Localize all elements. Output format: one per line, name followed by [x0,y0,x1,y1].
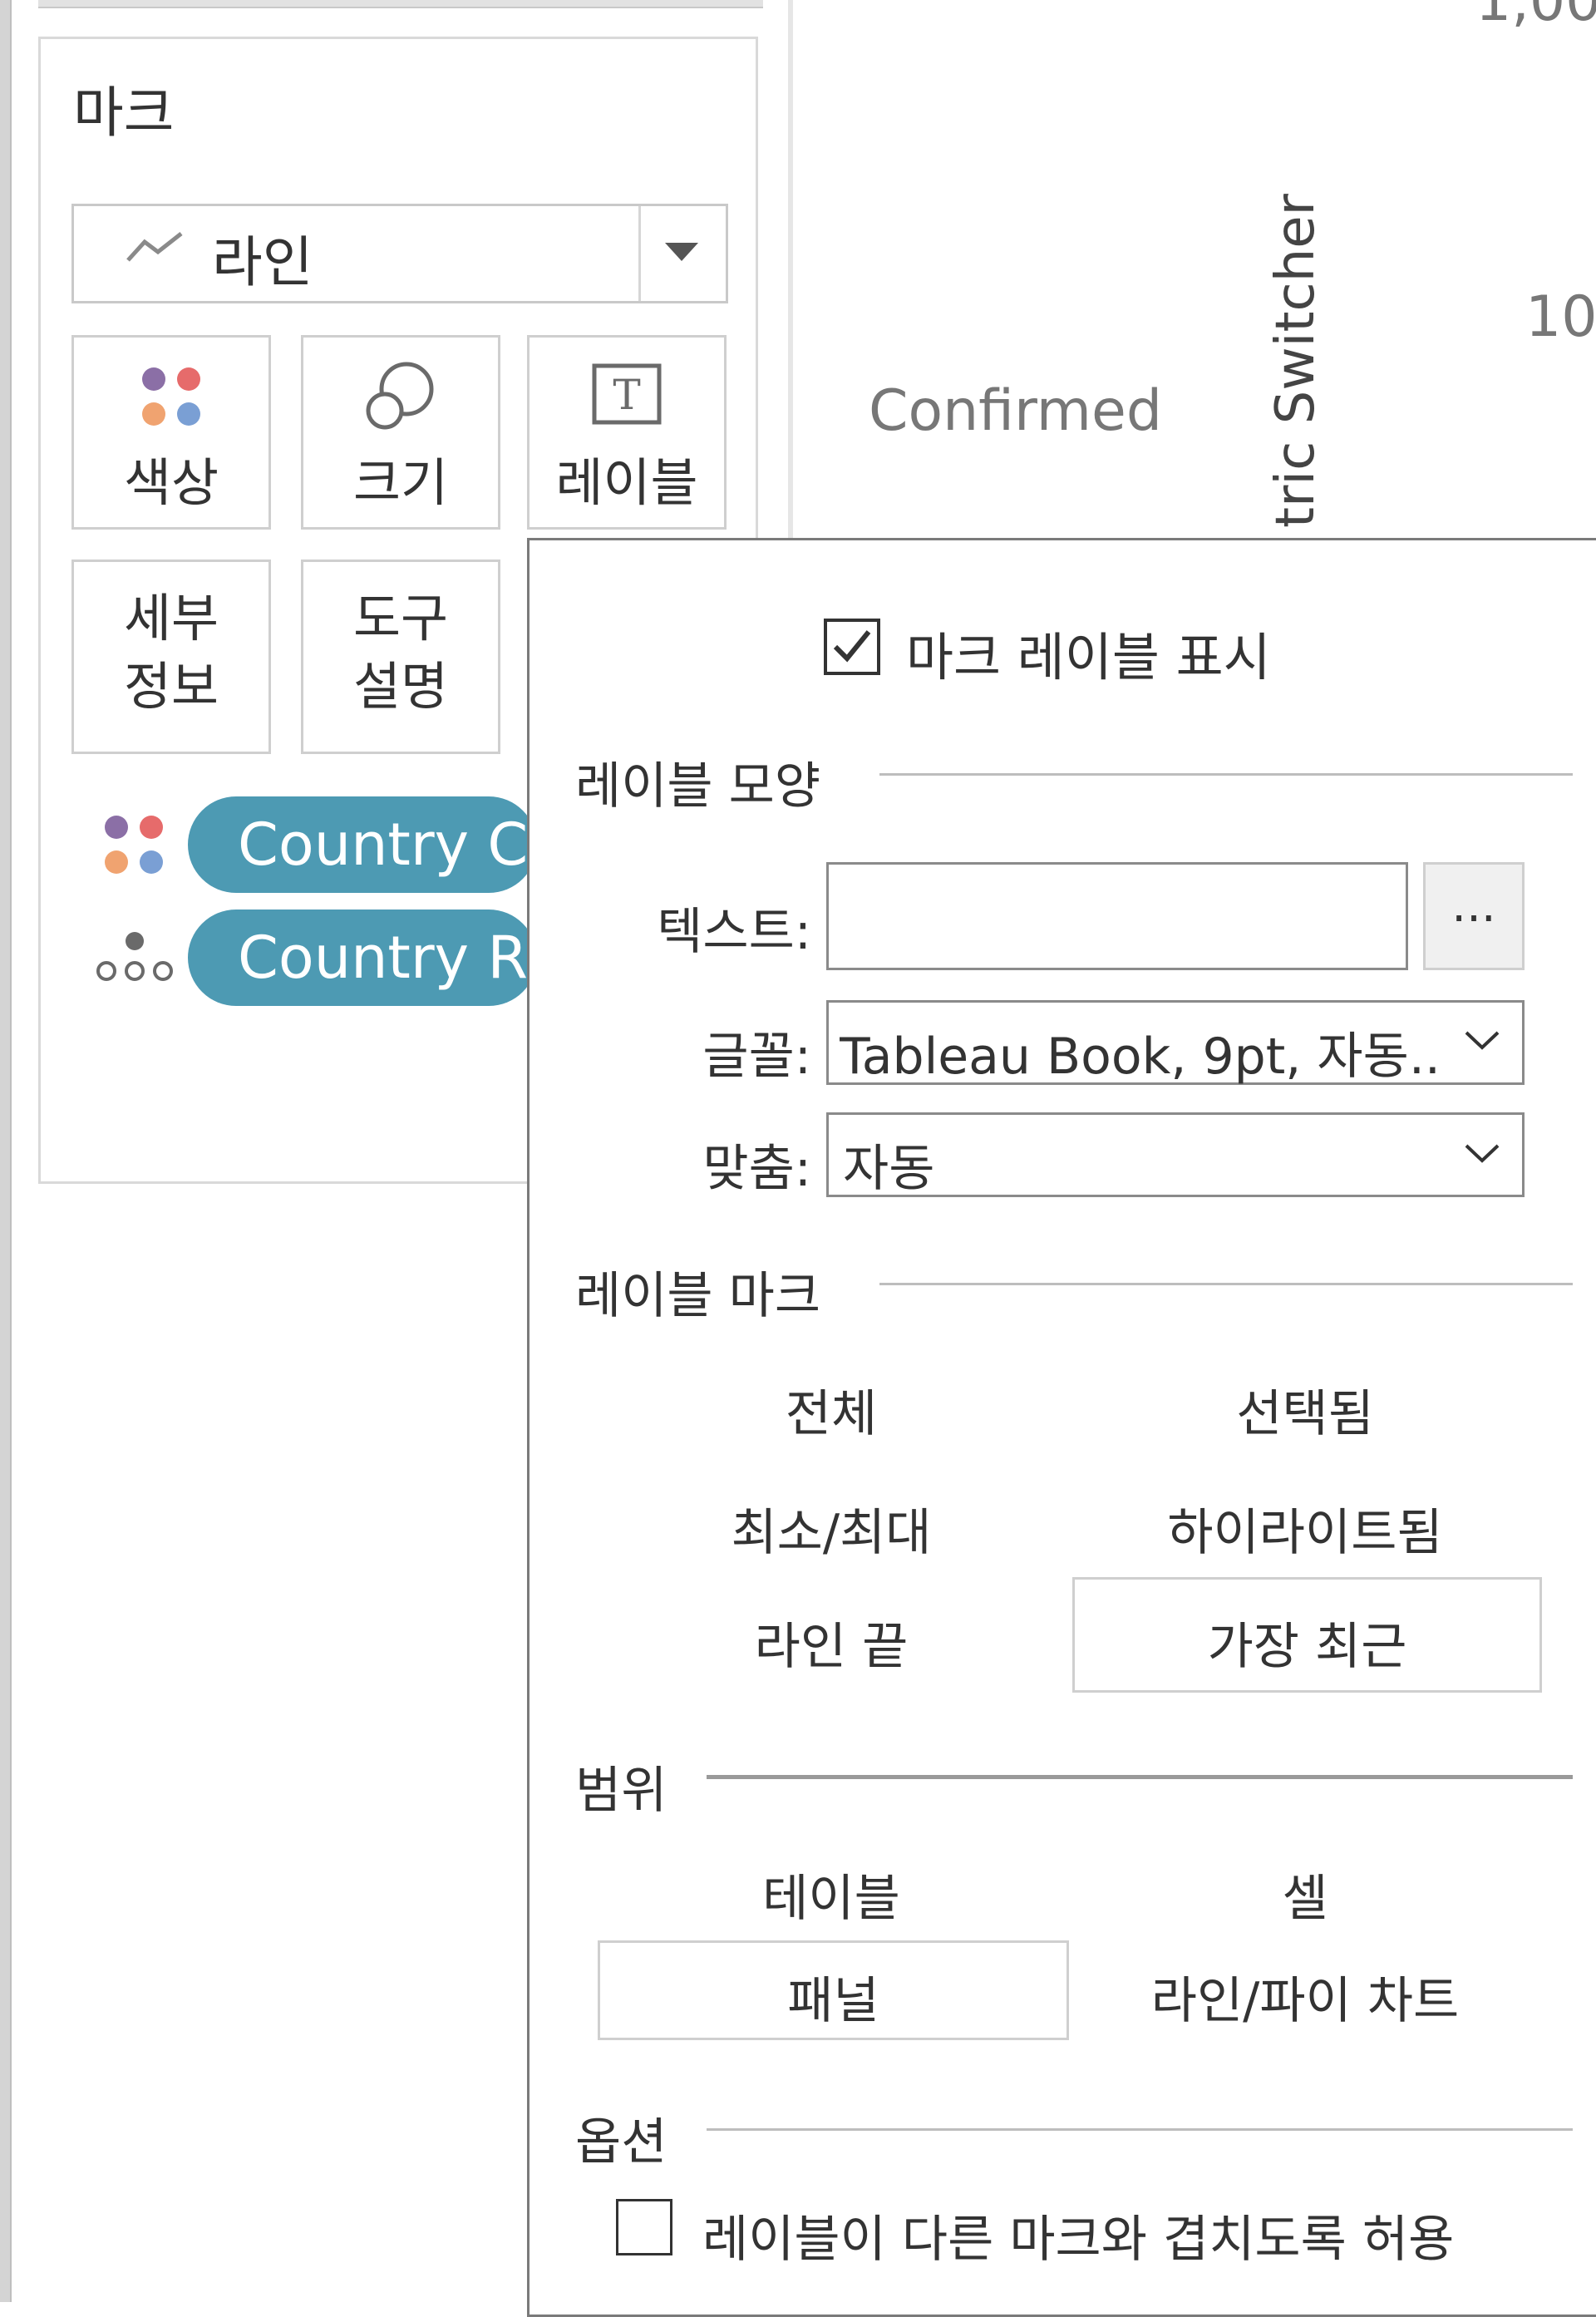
align-select-value: 자동 [843,1140,935,1198]
scope-table[interactable]: 테이블 [665,1858,998,1930]
detail-dots-icon [96,932,173,981]
section-divider [879,1283,1573,1285]
chevron-down-icon [1465,1031,1500,1050]
allow-overlap-label: 레이블이 다른 마크와 겹치도록 허용 [702,2211,1455,2269]
font-select-value: Tableau Book, 9pt, 자동.. [840,1028,1438,1086]
size-button[interactable]: 크기 [301,335,500,530]
vertical-header-label: tric Switcher [1265,194,1327,528]
chevron-down-icon[interactable] [665,243,698,261]
allow-overlap-checkbox[interactable] [616,2199,672,2255]
color-button[interactable]: 색상 [71,335,271,530]
show-labels-label: 마크 레이블 표시 [906,627,1271,688]
tooltip-button[interactable]: 도구 설명 [301,560,500,754]
text-edit-button[interactable]: ... [1423,862,1525,970]
color-dots-icon [142,367,200,426]
scope-section-title: 범위 [575,1762,667,1820]
section-divider [707,2128,1573,2131]
option-selected[interactable]: 선택됨 [1072,1373,1538,1446]
svg-text:T: T [613,371,640,419]
pill-country-color[interactable]: Country Co [188,796,537,893]
detail-button-label-2: 정보 [123,656,219,717]
option-min-max[interactable]: 최소/최대 [665,1492,998,1565]
text-input[interactable] [826,862,1408,970]
axis-tick-label: 1,00 [1475,0,1596,34]
option-all[interactable]: 전체 [665,1373,998,1446]
window-edge [0,0,12,2302]
appearance-section-title: 레이블 모양 [575,757,821,816]
pill-country-detail[interactable]: Country Re [188,910,537,1006]
tooltip-button-label-1: 도구 [352,588,449,648]
axis-tick-label: 10 [1525,284,1596,350]
show-labels-checkbox[interactable] [824,619,880,675]
detail-button[interactable]: 세부 정보 [71,560,271,754]
color-button-label: 색상 [123,452,219,513]
checkmark-icon [833,630,871,663]
marks-to-label-section-title: 레이블 마크 [575,1267,821,1325]
line-chart-icon [125,229,185,269]
ellipsis-icon: ... [1451,879,1496,933]
options-section-title: 옵션 [575,2113,667,2172]
label-button-label: 레이블 [555,452,698,513]
marks-card-title: 마크 [73,81,175,145]
pill-label: Country Re [238,924,537,992]
scope-cell[interactable]: 셀 [1072,1858,1538,1930]
tooltip-button-label-2: 설명 [352,656,449,717]
label-button[interactable]: T 레이블 [527,335,727,530]
option-line-ends[interactable]: 라인 끝 [665,1606,998,1679]
row-header-label: Confirmed [869,378,1163,444]
text-label-icon: T [592,363,662,425]
pill-label: Country Co [238,811,537,879]
section-divider [707,1775,1573,1779]
section-divider [879,773,1573,776]
filters-card-bottom [38,0,763,8]
scope-pane: 패널 [787,1972,879,2030]
align-field-label: 맞춤: [702,1140,811,1198]
detail-button-label-1: 세부 [123,588,219,648]
scope-line-pie[interactable]: 라인/파이 차트 [1072,1960,1538,2033]
chevron-down-icon [1465,1144,1500,1163]
option-most-recent: 가장 최근 [1207,1618,1407,1676]
size-button-label: 크기 [352,452,449,513]
chart-area: 1,00 10 Confirmed tric Switcher [794,0,1596,540]
text-field-label: 텍스트: [657,903,811,961]
font-field-label: 글꼴: [702,1028,811,1086]
size-circles-icon [366,362,434,430]
option-highlighted[interactable]: 하이라이트됨 [1072,1492,1538,1565]
color-dots-icon [105,816,163,874]
mark-type-label: 라인 [212,230,313,294]
dropdown-separator [638,206,641,301]
